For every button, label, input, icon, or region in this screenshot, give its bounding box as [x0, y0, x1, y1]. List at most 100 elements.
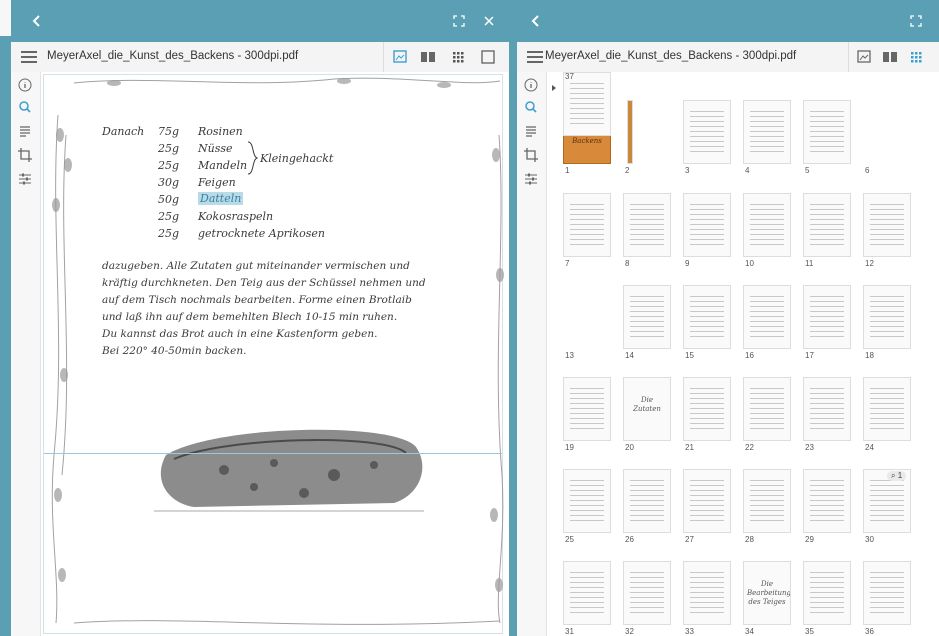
menu-icon[interactable] — [21, 49, 37, 65]
thumbnail-page-number: 2 — [625, 166, 630, 175]
page-thumbnail[interactable] — [683, 561, 731, 625]
thumbnail-text-line — [750, 234, 784, 235]
hw-paragraph-line: kräftig durchkneten. Den Teig aus der Sc… — [102, 277, 426, 289]
hw-item: Nüsse — [198, 142, 233, 155]
divider — [848, 42, 849, 72]
page-thumbnail[interactable]: Die Bearbeitung des Teiges — [743, 561, 791, 625]
page-thumbnail[interactable] — [683, 100, 731, 164]
page-thumbnail[interactable]: Die Zutaten — [623, 377, 671, 441]
fullscreen-button[interactable] — [446, 8, 472, 34]
thumbnail-text-line — [690, 500, 724, 501]
page-thumbnail[interactable] — [563, 469, 611, 533]
page-thumbnail[interactable] — [803, 561, 851, 625]
view-single-button[interactable] — [389, 47, 411, 67]
search-button[interactable] — [16, 98, 34, 116]
thumbnail-page-number: 10 — [745, 259, 754, 268]
page-thumbnail[interactable] — [803, 100, 851, 164]
thumbnail-text-line — [870, 219, 904, 220]
menu-icon[interactable] — [527, 49, 543, 65]
close-button[interactable] — [476, 8, 502, 34]
page-thumbnail[interactable] — [743, 377, 791, 441]
thumbnail-text-line — [750, 306, 784, 307]
thumbnail-text-line — [630, 520, 664, 521]
right-document: MeyerAxel_die_Kunst_des_Backens - 300dpi… — [517, 42, 939, 636]
view-book-button[interactable] — [879, 47, 901, 67]
thumbnail-text-line — [630, 587, 664, 588]
crop-button[interactable] — [522, 146, 540, 164]
thumbnail-page-number: 12 — [865, 259, 874, 268]
thumbnail-text-line — [570, 123, 604, 124]
thumbnail-text-line — [750, 510, 784, 511]
thumbnail-text-line — [810, 577, 844, 578]
page-thumbnail[interactable] — [743, 100, 791, 164]
thumbnail-text-line — [630, 239, 664, 240]
page-thumbnail[interactable] — [803, 469, 851, 533]
thumbnail-page-number: 32 — [625, 627, 634, 636]
caret-right-icon[interactable] — [551, 84, 557, 92]
left-sidebar — [11, 72, 41, 636]
page-thumbnail[interactable] — [803, 285, 851, 349]
back-button[interactable] — [24, 8, 50, 34]
page-thumbnail[interactable] — [863, 377, 911, 441]
page-thumbnail[interactable] — [627, 100, 633, 164]
page-thumbnail[interactable] — [863, 285, 911, 349]
search-button[interactable] — [522, 98, 540, 116]
view-book-button[interactable] — [417, 47, 439, 67]
fullscreen-button[interactable] — [903, 8, 929, 34]
page-thumbnail[interactable] — [683, 377, 731, 441]
page-thumbnail[interactable] — [623, 469, 671, 533]
search-highlight[interactable]: Datteln — [198, 192, 244, 205]
outline-button[interactable] — [522, 122, 540, 140]
page-thumbnail[interactable] — [803, 193, 851, 257]
thumbnail-text-line — [870, 398, 904, 399]
thumbnail-text-line — [630, 326, 664, 327]
page-thumbnail[interactable] — [863, 561, 911, 625]
page-thumbnail[interactable] — [743, 285, 791, 349]
thumbnail-text-line — [810, 490, 844, 491]
info-button[interactable] — [16, 76, 34, 94]
thumbnail-page-number: 30 — [865, 535, 874, 544]
thumbnail-text-line — [870, 331, 904, 332]
hw-qty: 50g — [158, 193, 180, 206]
info-button[interactable] — [522, 76, 540, 94]
page-view[interactable]: Danach 75g Rosinen 25g Nüsse 25g Mandeln… — [41, 72, 509, 636]
page-thumbnail[interactable] — [863, 193, 911, 257]
page-thumbnail[interactable] — [563, 561, 611, 625]
thumbnail-text-line — [630, 612, 664, 613]
thumbnail-text-line — [690, 388, 724, 389]
thumbnail-text-line — [870, 301, 904, 302]
page-thumbnail[interactable] — [743, 193, 791, 257]
thumbnail-text-line — [870, 505, 904, 506]
page-thumbnail[interactable] — [563, 377, 611, 441]
thumbnail-text-line — [570, 244, 604, 245]
thumbnail-text-line — [570, 108, 604, 109]
thumbnail-text-line — [810, 398, 844, 399]
hw-paragraph-line: dazugeben. Alle Zutaten gut miteinander … — [102, 260, 410, 272]
crop-button[interactable] — [16, 146, 34, 164]
page-thumbnail[interactable] — [623, 285, 671, 349]
info-icon — [18, 78, 32, 92]
page-thumbnail[interactable] — [623, 561, 671, 625]
outline-button[interactable] — [16, 122, 34, 140]
right-document-toolbar: MeyerAxel_die_Kunst_des_Backens - 300dpi… — [517, 42, 939, 73]
thumbnail-text-line — [810, 204, 844, 205]
page-thumbnail[interactable] — [683, 469, 731, 533]
thumbnail-text-line — [750, 480, 784, 481]
page-thumbnail[interactable] — [623, 193, 671, 257]
view-grid-button[interactable] — [447, 47, 469, 67]
page-thumbnail[interactable] — [563, 72, 611, 136]
adjust-button[interactable] — [16, 170, 34, 188]
image-view-icon — [393, 50, 407, 63]
thumbnail-text-line — [570, 485, 604, 486]
page-thumbnail[interactable] — [803, 377, 851, 441]
page-thumbnail[interactable] — [683, 285, 731, 349]
page-thumbnail[interactable] — [743, 469, 791, 533]
page-thumbnail[interactable] — [683, 193, 731, 257]
back-button[interactable] — [523, 8, 549, 34]
view-page-button[interactable] — [477, 47, 499, 67]
adjust-button[interactable] — [522, 170, 540, 188]
view-grid-button[interactable] — [905, 47, 927, 67]
page-thumbnail[interactable] — [563, 193, 611, 257]
thumbnail-text-line — [810, 141, 844, 142]
view-single-button[interactable] — [853, 47, 875, 67]
